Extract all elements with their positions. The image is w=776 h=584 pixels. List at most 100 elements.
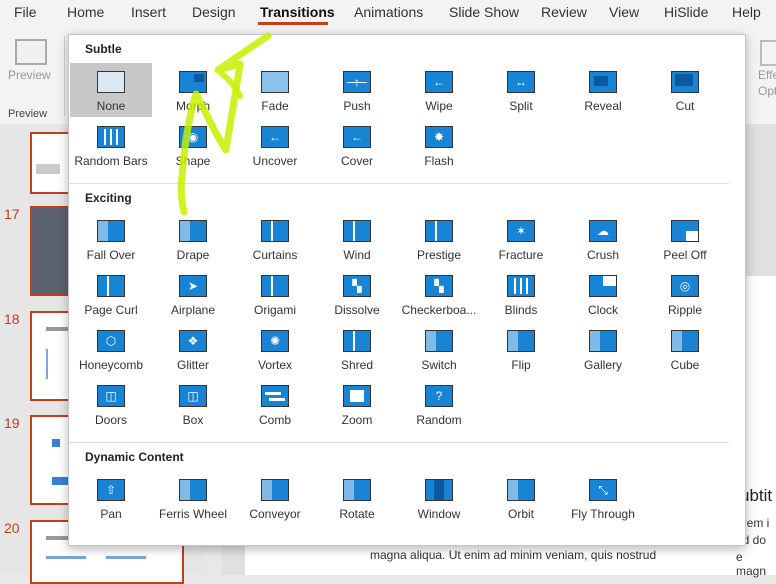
transition-fall-over[interactable]: Fall Over <box>70 212 152 266</box>
wind-transition-icon <box>343 220 371 242</box>
transition-rotate[interactable]: Rotate <box>316 471 398 525</box>
transition-clock[interactable]: Clock <box>562 267 644 321</box>
transition-glitter[interactable]: ❖ Glitter <box>152 322 234 376</box>
box-transition-icon: ◫ <box>179 385 207 407</box>
transition-cube[interactable]: Cube <box>644 322 726 376</box>
comb-transition-icon <box>261 385 289 407</box>
transition-label: Airplane <box>170 303 216 317</box>
transition-label: Random Bars <box>74 154 148 168</box>
transition-drape[interactable]: Drape <box>152 212 234 266</box>
transition-page-curl[interactable]: Page Curl <box>70 267 152 321</box>
transition-reveal[interactable]: Reveal <box>562 63 644 117</box>
transition-airplane[interactable]: ➤ Airplane <box>152 267 234 321</box>
transition-label: Cover <box>340 154 373 168</box>
transition-comb[interactable]: Comb <box>234 377 316 431</box>
transition-uncover[interactable]: ← Uncover <box>234 118 316 172</box>
transition-label: Cube <box>670 358 700 372</box>
menu-design[interactable]: Design <box>192 4 236 20</box>
transition-gallery[interactable]: Gallery <box>562 322 644 376</box>
transition-random-bars[interactable]: Random Bars <box>70 118 152 172</box>
transition-box[interactable]: ◫ Box <box>152 377 234 431</box>
transition-vortex[interactable]: ✺ Vortex <box>234 322 316 376</box>
menu-insert[interactable]: Insert <box>131 4 166 20</box>
menu-slide-show[interactable]: Slide Show <box>449 4 519 20</box>
menu-help[interactable]: Help <box>732 4 761 20</box>
transition-cover[interactable]: ← Cover <box>316 118 398 172</box>
transition-label: Flip <box>511 358 531 372</box>
honeycomb-transition-icon: ⬡ <box>97 330 125 352</box>
transition-label: Curtains <box>252 248 298 262</box>
window-transition-icon <box>425 479 453 501</box>
transition-conveyor[interactable]: Conveyor <box>234 471 316 525</box>
transition-label: Uncover <box>252 154 298 168</box>
transition-shred[interactable]: Shred <box>316 322 398 376</box>
fly-through-transition-icon: ⤡ <box>589 479 617 501</box>
transition-switch[interactable]: Switch <box>398 322 480 376</box>
shred-transition-icon <box>343 330 371 352</box>
menu-animations[interactable]: Animations <box>354 4 423 20</box>
transition-orbit[interactable]: Orbit <box>480 471 562 525</box>
transition-flash[interactable]: ✸ Flash <box>398 118 480 172</box>
transition-honeycomb[interactable]: ⬡ Honeycomb <box>70 322 152 376</box>
effect-options-icon[interactable] <box>760 40 776 66</box>
preview-button-label[interactable]: Preview <box>8 68 51 82</box>
transition-shape[interactable]: ◉ Shape <box>152 118 234 172</box>
transition-label: Window <box>417 507 461 521</box>
transition-push[interactable]: ↑ Push <box>316 63 398 117</box>
transition-label: Clock <box>587 303 618 317</box>
section-divider <box>69 442 729 443</box>
transition-crush[interactable]: ☁ Crush <box>562 212 644 266</box>
shape-transition-icon: ◉ <box>179 126 207 148</box>
transition-pan[interactable]: ⇧ Pan <box>70 471 152 525</box>
transition-label: Fall Over <box>86 248 136 262</box>
menu-transitions[interactable]: Transitions <box>260 4 335 20</box>
transition-origami[interactable]: Origami <box>234 267 316 321</box>
transition-label: Honeycomb <box>78 358 144 372</box>
menu-view[interactable]: View <box>609 4 639 20</box>
transition-zoom[interactable]: Zoom <box>316 377 398 431</box>
transition-label: Box <box>182 413 204 427</box>
reveal-transition-icon <box>589 71 617 93</box>
transition-window[interactable]: Window <box>398 471 480 525</box>
fall-over-transition-icon <box>97 220 125 242</box>
ripple-transition-icon: ◎ <box>671 275 699 297</box>
transition-random[interactable]: ? Random <box>398 377 480 431</box>
transition-label: Page Curl <box>84 303 138 317</box>
transition-wipe[interactable]: ← Wipe <box>398 63 480 117</box>
menu-file[interactable]: File <box>14 4 37 20</box>
curtains-transition-icon <box>261 220 289 242</box>
transition-cut[interactable]: Cut <box>644 63 726 117</box>
effect-options-label-2[interactable]: Optio <box>758 84 776 98</box>
transition-split[interactable]: ↔ Split <box>480 63 562 117</box>
transition-fade[interactable]: Fade <box>234 63 316 117</box>
menu-review[interactable]: Review <box>541 4 587 20</box>
transition-dissolve[interactable]: ▚ Dissolve <box>316 267 398 321</box>
transition-fracture[interactable]: ✶ Fracture <box>480 212 562 266</box>
transition-prestige[interactable]: Prestige <box>398 212 480 266</box>
transition-blinds[interactable]: Blinds <box>480 267 562 321</box>
transition-label: Checkerboa... <box>401 303 477 317</box>
effect-options-label-1[interactable]: Effe <box>758 68 776 82</box>
transition-label: Fracture <box>498 248 544 262</box>
menu-home[interactable]: Home <box>67 4 104 20</box>
transition-doors[interactable]: ◫ Doors <box>70 377 152 431</box>
slide-number-20: 20 <box>4 520 20 536</box>
pan-transition-icon: ⇧ <box>97 479 125 501</box>
transition-fly-through[interactable]: ⤡ Fly Through <box>562 471 644 525</box>
transition-curtains[interactable]: Curtains <box>234 212 316 266</box>
transition-ripple[interactable]: ◎ Ripple <box>644 267 726 321</box>
transition-label: Blinds <box>504 303 538 317</box>
transition-checkerboa[interactable]: ▚ Checkerboa... <box>398 267 480 321</box>
transition-morph[interactable]: Morph <box>152 63 234 117</box>
transition-wind[interactable]: Wind <box>316 212 398 266</box>
transition-label: Shape <box>175 154 211 168</box>
transition-peel-off[interactable]: Peel Off <box>644 212 726 266</box>
fracture-transition-icon: ✶ <box>507 220 535 242</box>
transition-label: Ferris Wheel <box>158 507 227 521</box>
active-tab-underline <box>258 22 328 25</box>
transition-none[interactable]: None <box>70 63 152 117</box>
transition-ferris-wheel[interactable]: Ferris Wheel <box>152 471 234 525</box>
preview-icon[interactable] <box>15 39 47 65</box>
transition-flip[interactable]: Flip <box>480 322 562 376</box>
menu-hislide[interactable]: HiSlide <box>664 4 708 20</box>
